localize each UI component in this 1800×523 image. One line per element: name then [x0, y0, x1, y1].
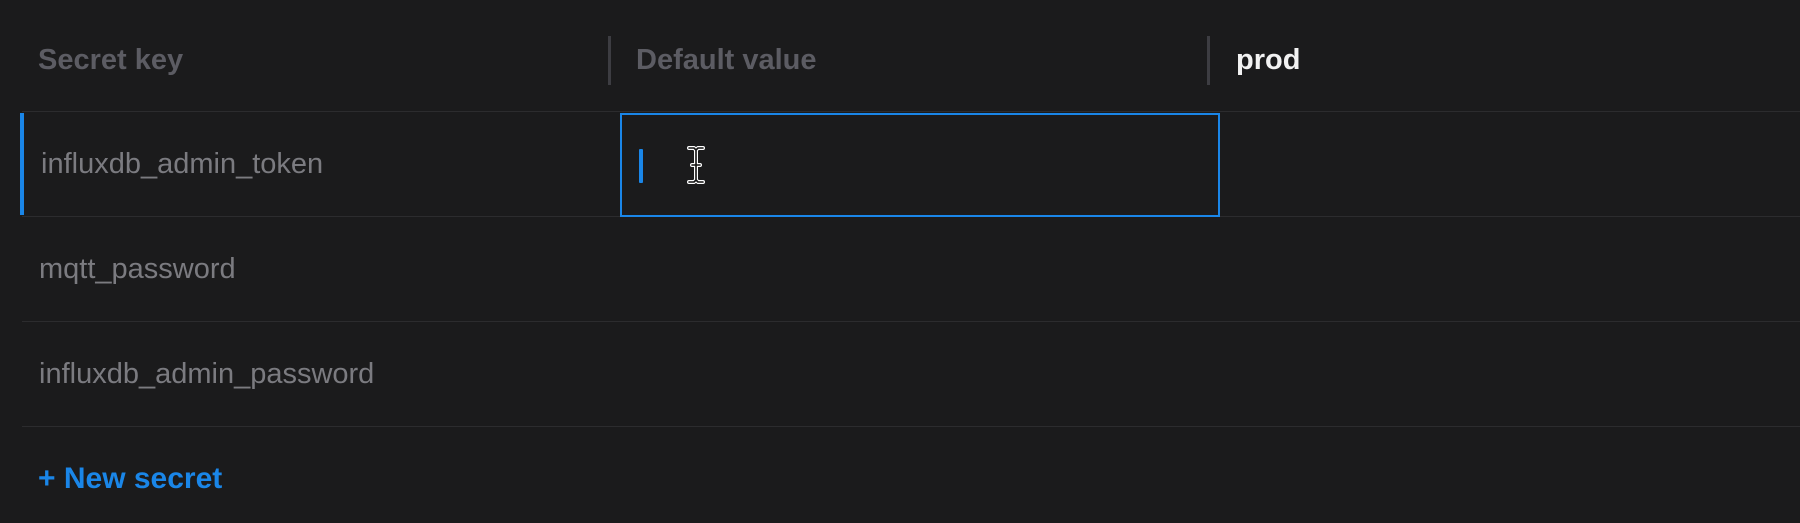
secret-key-cell[interactable]: influxdb_admin_password	[22, 322, 610, 426]
secrets-table: Secret key Default value prod influxdb_a…	[20, 0, 1800, 427]
text-cursor-icon	[687, 146, 705, 184]
secret-key-cell[interactable]: influxdb_admin_token	[22, 112, 610, 216]
prod-value-cell[interactable]	[1220, 217, 1800, 321]
secret-key-cell[interactable]: mqtt_password	[22, 217, 610, 321]
new-secret-button[interactable]: + New secret	[38, 462, 222, 496]
prod-value-cell[interactable]	[1220, 112, 1800, 216]
column-header-secret-key[interactable]: Secret key	[38, 0, 183, 111]
table-header: Secret key Default value prod	[22, 0, 1800, 112]
column-resize-handle[interactable]	[1207, 36, 1210, 85]
table-row[interactable]: influxdb_admin_password	[22, 322, 1800, 427]
text-caret	[639, 149, 643, 183]
column-header-default-value[interactable]: Default value	[636, 0, 817, 111]
default-value-cell[interactable]	[620, 322, 1220, 426]
column-resize-handle[interactable]	[608, 36, 611, 85]
table-row[interactable]: mqtt_password	[22, 217, 1800, 322]
column-header-prod[interactable]: prod	[1236, 0, 1300, 111]
default-value-cell[interactable]	[620, 217, 1220, 321]
prod-value-cell[interactable]	[1220, 322, 1800, 426]
table-row[interactable]: influxdb_admin_token	[20, 112, 1800, 217]
default-value-input[interactable]	[620, 113, 1220, 217]
